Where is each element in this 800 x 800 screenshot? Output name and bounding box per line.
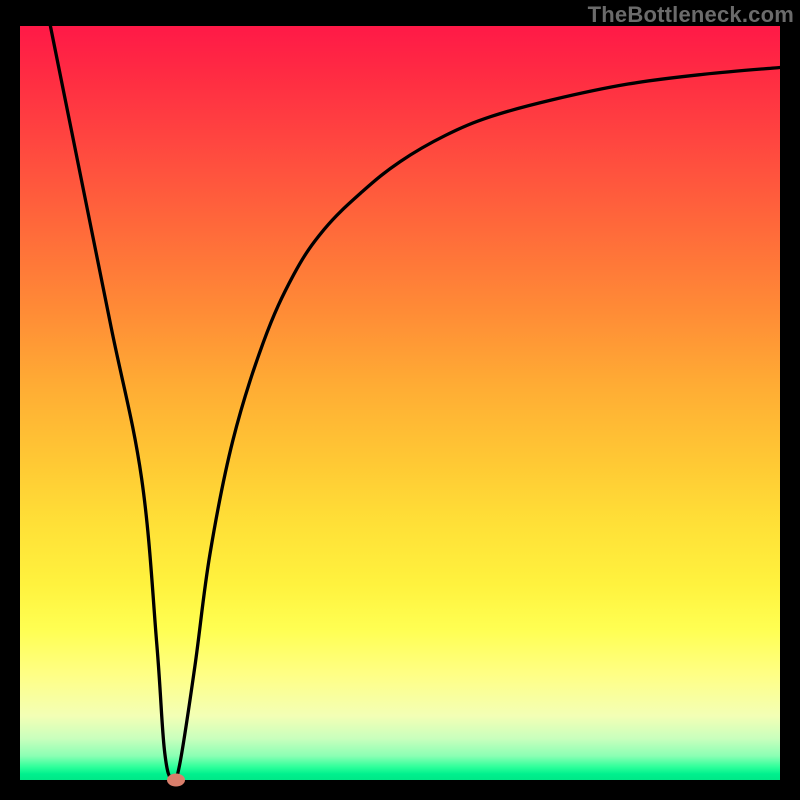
optimum-marker: [167, 774, 185, 787]
watermark-text: TheBottleneck.com: [588, 2, 794, 28]
chart-frame: TheBottleneck.com: [0, 0, 800, 800]
plot-area: [20, 26, 780, 780]
curve-path: [50, 26, 780, 780]
bottleneck-curve: [20, 26, 780, 780]
